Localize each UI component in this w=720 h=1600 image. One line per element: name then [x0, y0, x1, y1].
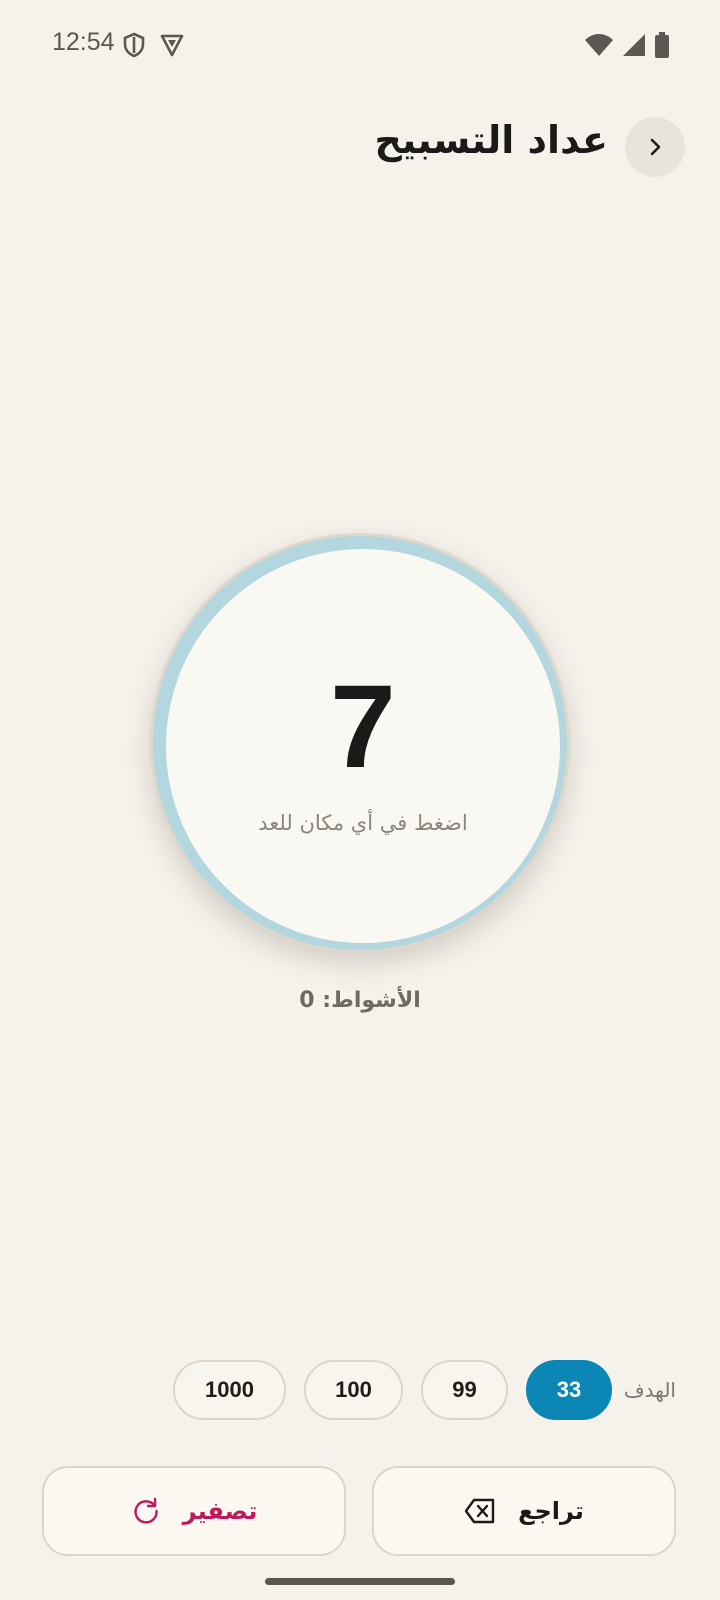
status-time: 12:54 — [52, 28, 115, 56]
goal-chip-99[interactable]: 99 — [421, 1360, 508, 1420]
battery-icon — [655, 32, 669, 58]
tap-hint: اضغط في أي مكان للعد — [258, 811, 468, 835]
progress-ring: 7 اضغط في أي مكان للعد — [153, 536, 567, 950]
back-button[interactable] — [625, 117, 685, 177]
undo-button[interactable]: تراجع — [372, 1466, 676, 1556]
status-bar: 12:54 — [0, 0, 720, 92]
goal-selector: الهدف 33 99 100 1000 — [0, 1360, 720, 1424]
goal-label: الهدف — [623, 1378, 676, 1402]
reset-label: تصفير — [182, 1497, 258, 1525]
count-value: 7 — [330, 661, 396, 793]
counter-button[interactable]: 7 اضغط في أي مكان للعد — [150, 533, 570, 953]
vpn-icon — [160, 34, 184, 57]
shield-icon — [123, 32, 145, 58]
status-icons — [584, 30, 670, 60]
rounds-count: الأشواط: 0 — [299, 988, 421, 1013]
wifi-icon — [585, 34, 613, 56]
home-indicator[interactable] — [265, 1578, 455, 1585]
reset-button[interactable]: تصفير — [42, 1466, 346, 1556]
counter-face: 7 اضغط في أي مكان للعد — [166, 549, 560, 943]
goal-chip-33[interactable]: 33 — [526, 1360, 612, 1420]
signal-icon — [623, 34, 645, 56]
page-title: عداد التسبيح — [374, 118, 608, 162]
undo-label: تراجع — [518, 1497, 584, 1525]
refresh-icon — [134, 1497, 158, 1524]
goal-chip-100[interactable]: 100 — [304, 1360, 403, 1420]
backspace-icon — [464, 1498, 495, 1524]
app-header: عداد التسبيح — [0, 110, 720, 190]
chevron-right-icon — [650, 138, 661, 156]
goal-chip-1000[interactable]: 1000 — [173, 1360, 286, 1420]
